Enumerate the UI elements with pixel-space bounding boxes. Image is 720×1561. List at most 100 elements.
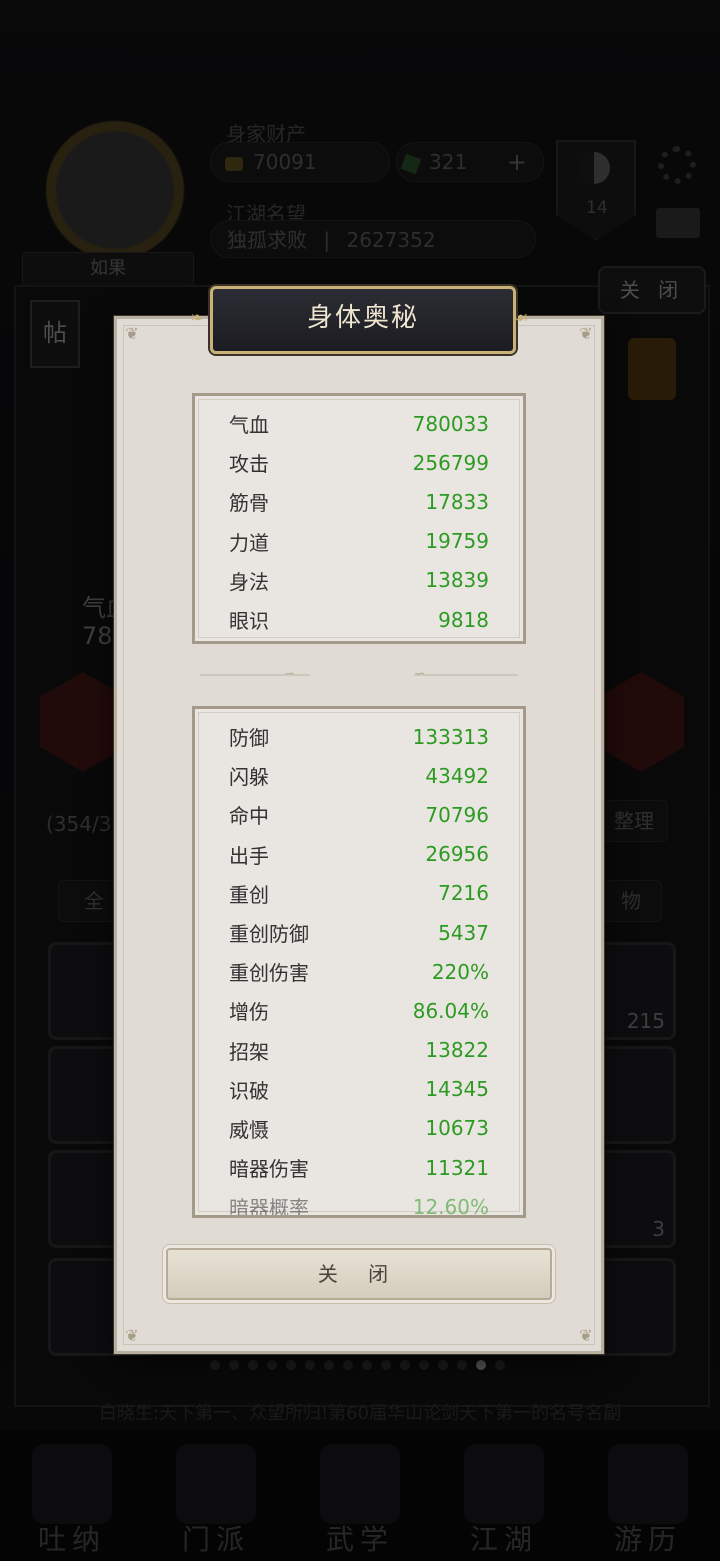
page-indicator: [210, 1360, 505, 1370]
filter-item-tab[interactable]: 物: [600, 880, 662, 922]
stat-value: 11321: [425, 1155, 489, 1180]
stat-name: 防御: [229, 726, 269, 751]
stat-row: 招架 13822: [195, 1031, 523, 1070]
fame-separator: |: [323, 228, 331, 252]
stat-row: 威慑 10673: [195, 1109, 523, 1148]
nav-tuna-icon: [32, 1444, 112, 1524]
stat-value: 256799: [412, 450, 489, 475]
nav-travel[interactable]: 游历: [576, 1430, 720, 1561]
mail-icon[interactable]: [656, 208, 700, 238]
page-dot[interactable]: [362, 1360, 372, 1370]
page-dot[interactable]: [476, 1360, 486, 1370]
stat-name: 命中: [229, 804, 269, 829]
corner-ornament: ❦: [125, 324, 139, 343]
nav-jianghu[interactable]: 江湖: [432, 1430, 576, 1561]
stat-name: 重创防御: [229, 922, 309, 947]
stat-value: 13822: [425, 1038, 489, 1063]
news-ticker: 白晓生:天下第一、众望所归!第60届华山论剑天下第一的名号名副: [98, 1403, 622, 1424]
stat-name: 增伤: [229, 1000, 269, 1025]
page-dot[interactable]: [400, 1360, 410, 1370]
stat-row: 闪躲 43492: [195, 756, 523, 795]
stat-name: 出手: [229, 843, 269, 868]
page-dot[interactable]: [438, 1360, 448, 1370]
page-dot[interactable]: [248, 1360, 258, 1370]
page-dot[interactable]: [419, 1360, 429, 1370]
lantern-icon[interactable]: [628, 338, 676, 400]
stat-row: 力道 19759: [195, 522, 523, 561]
page-dot[interactable]: [343, 1360, 353, 1370]
stat-value: 13839: [425, 568, 489, 593]
stat-value: 86.04%: [412, 998, 489, 1023]
secondary-stats-list: 防御 133313 闪躲 43492 命中 70796 出手 26956 重创 7216 重创防御 5…: [195, 717, 523, 1218]
page-dot[interactable]: [210, 1360, 220, 1370]
modal-title: 身体奥秘: [210, 286, 516, 354]
gold-bar: 70091: [210, 142, 390, 182]
stat-name: 攻击: [229, 452, 269, 477]
page-dot[interactable]: [495, 1360, 505, 1370]
stat-value: 7216: [438, 881, 489, 906]
panel-close-button[interactable]: 关 闭: [598, 266, 706, 314]
jade-bar: 321 +: [396, 142, 544, 182]
stat-value: 26956: [425, 842, 489, 867]
stat-row: 防御 133313: [195, 717, 523, 756]
title-ornament-right: ☙: [514, 308, 529, 327]
stat-value: 12.60%: [412, 1194, 489, 1218]
page-dot[interactable]: [457, 1360, 467, 1370]
nav-martial[interactable]: 武学: [288, 1430, 432, 1561]
rank-level: 14: [586, 198, 608, 218]
stat-value: 133313: [412, 724, 489, 749]
yinyang-icon: [578, 152, 610, 184]
player-name: 如果: [22, 252, 194, 286]
stat-name: 威慑: [229, 1117, 269, 1142]
nav-tuna[interactable]: 吐纳: [0, 1430, 144, 1561]
stat-name: 重创伤害: [229, 961, 309, 986]
bag-capacity: (354/38: [46, 812, 125, 836]
stat-name: 重创: [229, 882, 269, 907]
page-dot[interactable]: [229, 1360, 239, 1370]
close-button[interactable]: 关 闭: [166, 1248, 552, 1300]
nav-travel-icon: [608, 1444, 688, 1524]
stat-row: 命中 70796: [195, 795, 523, 834]
stat-row: 出手 26956: [195, 835, 523, 874]
stat-row: 气血 780033: [195, 404, 523, 443]
stat-name: 闪躲: [229, 765, 269, 790]
page-dot[interactable]: [324, 1360, 334, 1370]
stat-row: 重创防御 5437: [195, 913, 523, 952]
nav-sect-icon: [176, 1444, 256, 1524]
stat-row: 增伤 86.04%: [195, 991, 523, 1030]
stat-name: 身法: [229, 569, 269, 594]
bottom-nav: 吐纳 门派 武学 江湖 游历: [0, 1430, 720, 1561]
divider-line: [414, 674, 518, 676]
stat-row: 攻击 256799: [195, 443, 523, 482]
divider-ornament: ∽: [414, 666, 426, 682]
stat-row: 筋骨 17833: [195, 482, 523, 521]
stat-value: 14345: [425, 1077, 489, 1102]
corner-ornament: ❦: [579, 324, 593, 343]
stat-name: 筋骨: [229, 491, 269, 516]
nav-sect[interactable]: 门派: [144, 1430, 288, 1561]
page-dot[interactable]: [267, 1360, 277, 1370]
stat-value: 17833: [425, 489, 489, 514]
stat-value: 9818: [438, 607, 489, 632]
gold-coin-icon: [225, 156, 243, 171]
fame-bar: 独孤求败 | 2627352: [210, 220, 536, 258]
nav-martial-icon: [320, 1444, 400, 1524]
page-dot[interactable]: [305, 1360, 315, 1370]
gear-icon[interactable]: [658, 146, 696, 184]
stat-row: 重创伤害 220%: [195, 952, 523, 991]
page-dot[interactable]: [381, 1360, 391, 1370]
sort-button[interactable]: 整理: [600, 800, 668, 842]
player-avatar[interactable]: [30, 115, 200, 265]
stat-name: 暗器伤害: [229, 1157, 309, 1182]
page-dot[interactable]: [286, 1360, 296, 1370]
invite-card-button[interactable]: 帖: [30, 300, 80, 368]
stat-name: 力道: [229, 530, 269, 555]
primary-stats-box: 气血 780033 攻击 256799 筋骨 17833 力道 19759 身法 13839 眼识 9…: [192, 393, 526, 644]
stat-value: 220%: [431, 959, 489, 984]
stat-name: 招架: [229, 1039, 269, 1064]
add-currency-button[interactable]: +: [507, 143, 527, 181]
corner-ornament: ❦: [125, 1326, 139, 1345]
stat-name: 气血: [229, 413, 269, 438]
secondary-stats-box[interactable]: 防御 133313 闪躲 43492 命中 70796 出手 26956 重创 7216 重创防御 5…: [192, 706, 526, 1218]
stat-row: 身法 13839: [195, 561, 523, 600]
